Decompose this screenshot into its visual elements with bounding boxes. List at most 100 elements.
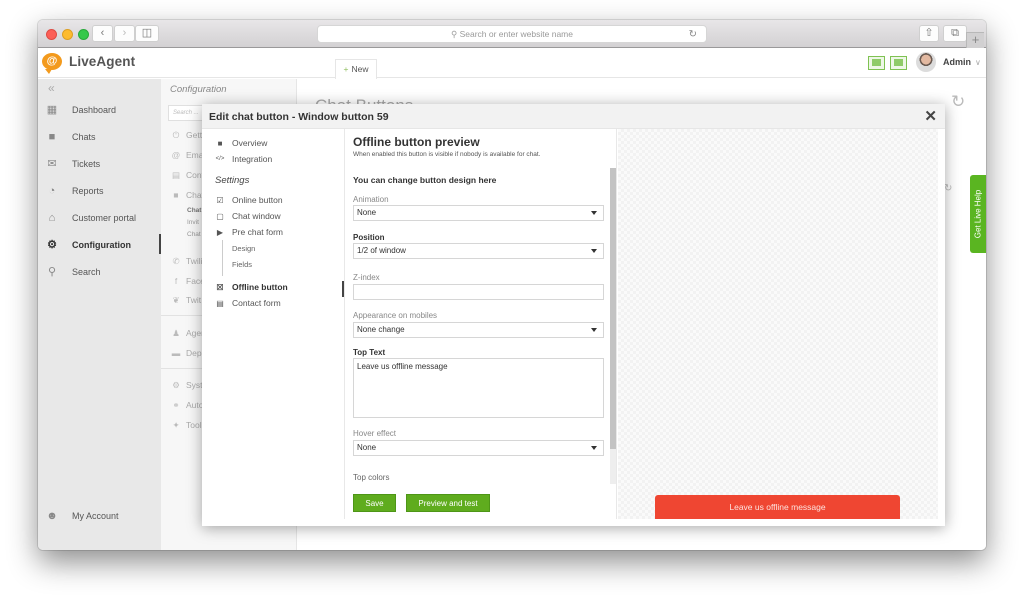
config-item[interactable]: ✦ Tool (171, 420, 201, 431)
nav-item-configuration[interactable]: ⚙ Configuration (38, 234, 161, 256)
share-button[interactable]: ⇧ (919, 25, 939, 42)
power-icon: ⏻ (172, 130, 180, 140)
nav-item-reports[interactable]: ◔ Reports (38, 180, 161, 202)
form-heading: You can change button design here (353, 175, 497, 185)
nav-label: My Account (72, 511, 119, 521)
desktop: ‹ › ◫ ⚲ Search or enter website name ↻ ⇧… (0, 0, 1024, 605)
config-item[interactable]: f Face (171, 276, 205, 286)
dialog-nav-online-button[interactable]: ☑ Online button (215, 195, 282, 205)
config-label: Twili (186, 256, 203, 266)
browser-window: ‹ › ◫ ⚲ Search or enter website name ↻ ⇧… (38, 20, 986, 550)
plus-icon: + (343, 64, 349, 74)
nav-label: Overview (232, 138, 268, 148)
nav-label: Dashboard (72, 105, 117, 115)
save-button[interactable]: Save (353, 494, 396, 512)
reload-icon[interactable]: ↻ (689, 26, 697, 43)
position-select[interactable]: 1/2 of window (353, 243, 604, 259)
dialog-nav-contact-form[interactable]: ▤ Contact form (215, 298, 280, 308)
config-label: Twit (186, 295, 202, 305)
select-value: None change (357, 325, 405, 334)
forward-button[interactable]: › (114, 25, 135, 42)
preview-and-test-button[interactable]: Preview and test (406, 494, 490, 512)
gear-icon: ⚙ (47, 239, 57, 251)
logo-icon: @ (42, 53, 62, 74)
back-button[interactable]: ‹ (92, 25, 113, 42)
get-live-help-tab[interactable]: Get Live Help (970, 175, 986, 253)
nav-item-my-account[interactable]: ☻ My Account (38, 505, 161, 527)
config-subitem[interactable]: Invit (187, 219, 199, 226)
new-button-label: New (351, 64, 369, 74)
form-subtitle: When enabled this button is visible if n… (353, 151, 541, 158)
config-item[interactable]: ■ Chat (171, 190, 204, 200)
pie-chart-icon: ◔ (48, 185, 56, 197)
caret-down-icon (591, 328, 597, 332)
code-icon: </> (215, 155, 225, 162)
sidebar-toggle-button[interactable]: ◫ (135, 25, 159, 42)
play-icon: ▶ (216, 227, 224, 237)
nav-label: Chats (72, 132, 96, 142)
dialog-nav-design[interactable]: Design (232, 244, 255, 253)
search-icon: ⚲ (47, 266, 57, 278)
new-button[interactable]: + New (335, 59, 377, 79)
avatar[interactable] (916, 52, 936, 72)
close-icon[interactable]: ✕ (924, 107, 937, 125)
config-item[interactable]: ♟ Ager (171, 328, 204, 339)
email-notification-button[interactable] (868, 56, 885, 70)
dialog-nav-pre-chat-form[interactable]: ▶ Pre chat form (215, 227, 283, 237)
envelope-icon (872, 59, 881, 66)
config-item[interactable]: ✆ Twili (171, 256, 203, 267)
nav-item-search[interactable]: ⚲ Search (38, 261, 161, 283)
dialog-nav-chat-window[interactable]: ▢ Chat window (215, 211, 281, 221)
refresh-icon[interactable]: ↻ (944, 183, 952, 194)
subnav-line (222, 240, 223, 276)
hover-select[interactable]: None (353, 440, 604, 456)
animation-select[interactable]: None (353, 205, 604, 221)
zoom-window-button[interactable] (78, 29, 89, 40)
config-subitem[interactable]: Chat (187, 231, 201, 238)
envelope-icon: ✉ (47, 158, 57, 170)
user-menu[interactable]: Admin ∨ (943, 57, 981, 67)
nav-item-chats[interactable]: ■ Chats (38, 126, 161, 148)
dialog-header: Edit chat button - Window button 59 ✕ (202, 104, 945, 129)
config-item[interactable]: ❦ Twit (171, 295, 201, 306)
config-subitem[interactable]: Chat (187, 207, 201, 214)
chat-notification-button[interactable] (890, 56, 907, 70)
collapse-nav-icon[interactable]: « (48, 81, 55, 95)
config-item[interactable]: @ Ema (171, 150, 204, 160)
top-text-textarea[interactable]: Leave us offline message (353, 358, 604, 418)
logo[interactable]: @ LiveAgent (42, 53, 136, 74)
dialog-navigation: ■ Overview </> Integration Settings ☑ Onlin… (202, 129, 344, 526)
sidebar-icon: ◫ (141, 27, 153, 39)
select-value: 1/2 of window (357, 246, 406, 255)
dialog-nav-overview[interactable]: ■ Overview (215, 138, 268, 148)
phone-icon: ✆ (172, 256, 180, 266)
scrollbar-thumb[interactable] (610, 168, 616, 449)
nav-item-customer-portal[interactable]: ⌂ Customer portal (38, 207, 161, 229)
logo-text: LiveAgent (69, 54, 136, 69)
offline-button-preview[interactable]: Leave us offline message (655, 495, 900, 519)
config-item[interactable]: ▤ Cont (171, 170, 204, 181)
config-label: Syst (186, 380, 203, 390)
mobiles-select[interactable]: None change (353, 322, 604, 338)
nav-item-tickets[interactable]: ✉ Tickets (38, 153, 161, 175)
zindex-input[interactable] (353, 284, 604, 300)
nav-item-dashboard[interactable]: ▦ Dashboard (38, 99, 161, 121)
refresh-icon[interactable]: ↻ (951, 92, 965, 112)
minimize-window-button[interactable] (62, 29, 73, 40)
dialog-nav-fields[interactable]: Fields (232, 260, 252, 269)
config-item[interactable]: ⚭ Auto (171, 400, 204, 411)
dialog-nav-integration[interactable]: </> Integration (215, 154, 273, 164)
dialog-nav-offline-button[interactable]: ☒ Offline button (215, 282, 287, 292)
config-label: Ema (186, 150, 204, 160)
new-tab-button[interactable]: + (966, 32, 984, 48)
config-item[interactable]: ⏻ Gett (171, 130, 202, 141)
tabs-button[interactable]: ⧉ (943, 25, 967, 42)
config-item[interactable]: ⚙ Syst (171, 380, 203, 391)
close-window-button[interactable] (46, 29, 57, 40)
offline-button-form: Offline button preview When enabled this… (344, 129, 617, 519)
nav-label: Chat window (232, 211, 281, 221)
tools-icon: ✦ (172, 420, 180, 430)
config-label: Auto (186, 400, 204, 410)
address-bar[interactable]: ⚲ Search or enter website name ↻ (317, 25, 707, 43)
form-icon: ▤ (171, 170, 181, 180)
